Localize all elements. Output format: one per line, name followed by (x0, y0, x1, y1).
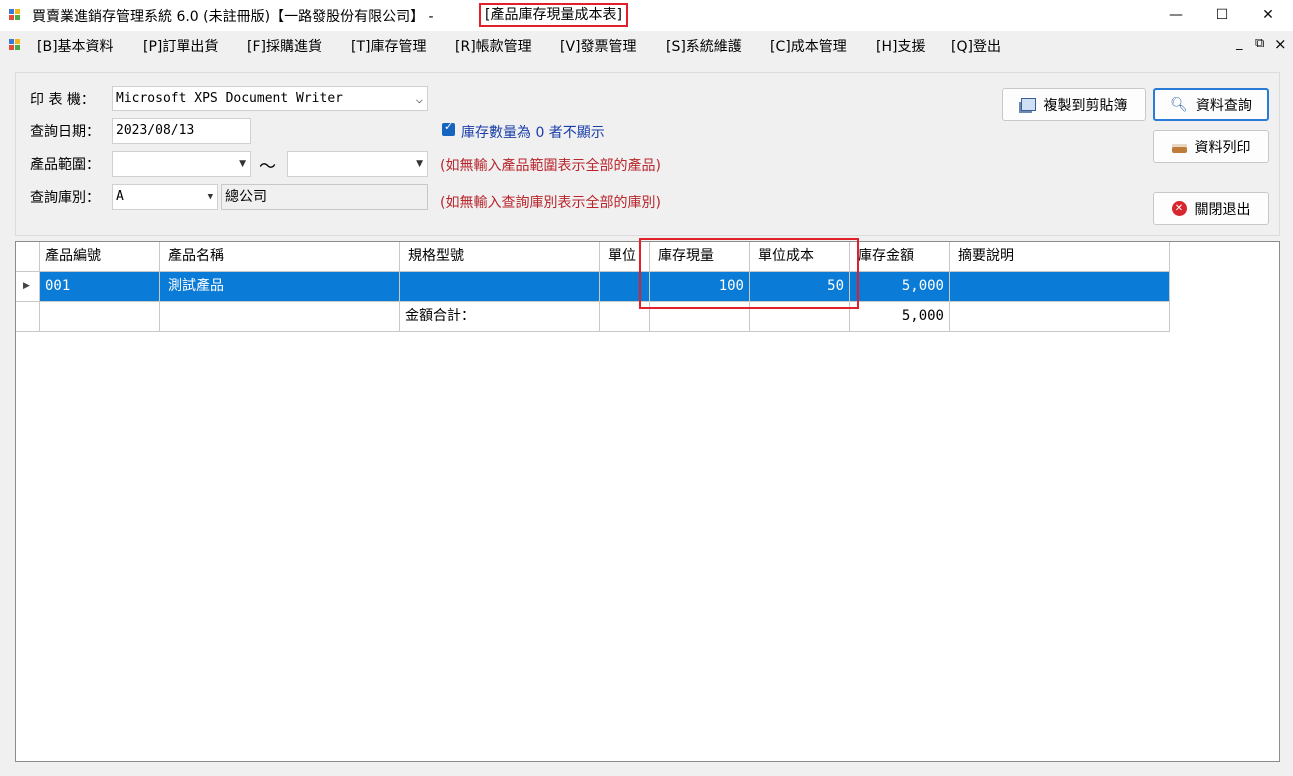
row-selector[interactable]: ▶ (16, 272, 40, 302)
menu-purchasing[interactable]: [F]採購進貨 (247, 36, 322, 56)
col-header-note[interactable]: 摘要說明 (950, 242, 1170, 272)
total-amount: 5,000 (850, 302, 950, 332)
printer-value: Microsoft XPS Document Writer (116, 91, 343, 106)
menu-cost[interactable]: [C]成本管理 (770, 36, 847, 56)
total-cell-empty[interactable] (160, 302, 400, 332)
copy-to-clipboard-button[interactable]: 複製到剪貼簿 (1002, 88, 1146, 121)
col-header-name[interactable]: 產品名稱 (160, 242, 400, 272)
row-selector[interactable] (16, 302, 40, 332)
hide-zero-label[interactable]: 庫存數量為 0 者不顯示 (461, 122, 605, 142)
hide-zero-checkbox[interactable]: ✓ (442, 120, 455, 136)
warehouse-select[interactable]: A ▼ (112, 184, 218, 210)
range-label: 產品範圍： (30, 157, 100, 173)
child-restore-button[interactable]: ⧉ (1255, 36, 1264, 51)
table-cell-name[interactable]: 測試產品 (160, 272, 400, 302)
warehouse-code: A (116, 189, 124, 204)
current-row-arrow-icon: ▶ (23, 281, 30, 291)
range-from-select[interactable]: ▼ (112, 151, 251, 177)
exit-button-label: 關閉退出 (1194, 201, 1251, 218)
menu-orders[interactable]: [P]訂單出貨 (143, 36, 218, 56)
table-cell-spec[interactable] (400, 272, 600, 302)
close-circle-icon: ✕ (1171, 201, 1187, 216)
col-header-amount[interactable]: 庫存金額 (850, 242, 950, 272)
printer-label: 印 表 機： (30, 92, 95, 108)
maximize-button[interactable]: ☐ (1199, 0, 1245, 31)
data-grid[interactable]: 產品編號 產品名稱 規格型號 單位 庫存現量 單位成本 庫存金額 摘要說明 ▶ … (15, 241, 1280, 762)
child-close-button[interactable]: × (1274, 35, 1287, 53)
total-label: 金額合計： (400, 302, 600, 332)
menu-basic-data[interactable]: [B]基本資料 (37, 36, 114, 56)
range-to-select[interactable]: ▼ (287, 151, 428, 177)
range-tilde: ～ (259, 157, 276, 177)
total-cell-empty[interactable] (950, 302, 1170, 332)
print-button[interactable]: 資料列印 (1153, 130, 1269, 163)
window-form-title: [產品庫存現量成本表] (479, 3, 628, 27)
table-cell-amount[interactable]: 5,000 (850, 272, 950, 302)
row-header-corner (16, 242, 40, 272)
menu-inventory[interactable]: [T]庫存管理 (351, 36, 426, 56)
menu-logout[interactable]: [Q]登出 (951, 36, 1001, 56)
col-header-spec[interactable]: 規格型號 (400, 242, 600, 272)
table-cell-code[interactable]: 001 (40, 272, 160, 302)
warehouse-name-field: 總公司 (221, 184, 428, 210)
copy-button-label: 複製到剪貼簿 (1043, 97, 1128, 114)
app-icon (9, 9, 21, 21)
warehouse-label: 查詢庫別： (30, 190, 100, 206)
menu-invoices[interactable]: [V]發票管理 (560, 36, 637, 56)
printer-select[interactable]: Microsoft XPS Document Writer ⌵ (112, 86, 428, 111)
table-cell-note[interactable] (950, 272, 1170, 302)
print-button-label: 資料列印 (1194, 139, 1251, 156)
dropdown-arrow-icon: ▼ (207, 192, 213, 202)
menu-system[interactable]: [S]系統維護 (666, 36, 742, 56)
range-hint: (如無輸入產品範圍表示全部的產品) (440, 158, 661, 174)
warehouse-hint: (如無輸入查詢庫別表示全部的庫別) (440, 195, 661, 211)
search-icon: 🔍︎ (1170, 96, 1188, 113)
copy-icon (1020, 98, 1036, 111)
mdi-child-icon (9, 39, 21, 51)
dropdown-arrow-icon: ▼ (416, 159, 423, 169)
title-bar: 買賣業進銷存管理系統 6.0 (未註冊版)【一路發股份有限公司】 - [產品庫存… (0, 0, 1293, 31)
child-minimize-button[interactable]: _ (1236, 36, 1243, 51)
total-cell-empty[interactable] (40, 302, 160, 332)
window-title: 買賣業進銷存管理系統 6.0 (未註冊版)【一路發股份有限公司】 - (32, 9, 434, 25)
highlight-annotation-box (639, 238, 859, 309)
dropdown-arrow-icon: ▼ (239, 159, 246, 169)
checkmark-icon: ✓ (444, 120, 454, 133)
printer-icon (1171, 144, 1187, 153)
query-button[interactable]: 🔍︎ 資料查詢 (1153, 88, 1269, 121)
chevron-down-icon: ⌵ (415, 92, 423, 106)
date-input[interactable]: 2023/08/13 (112, 118, 251, 144)
close-button[interactable]: ✕ (1245, 0, 1291, 31)
menu-help[interactable]: [H]支援 (876, 36, 925, 56)
col-header-code[interactable]: 產品編號 (40, 242, 160, 272)
date-label: 查詢日期： (30, 124, 100, 140)
query-button-label: 資料查詢 (1195, 97, 1252, 114)
exit-button[interactable]: ✕ 關閉退出 (1153, 192, 1269, 225)
menu-accounts[interactable]: [R]帳款管理 (455, 36, 532, 56)
minimize-button[interactable]: — (1153, 0, 1199, 31)
